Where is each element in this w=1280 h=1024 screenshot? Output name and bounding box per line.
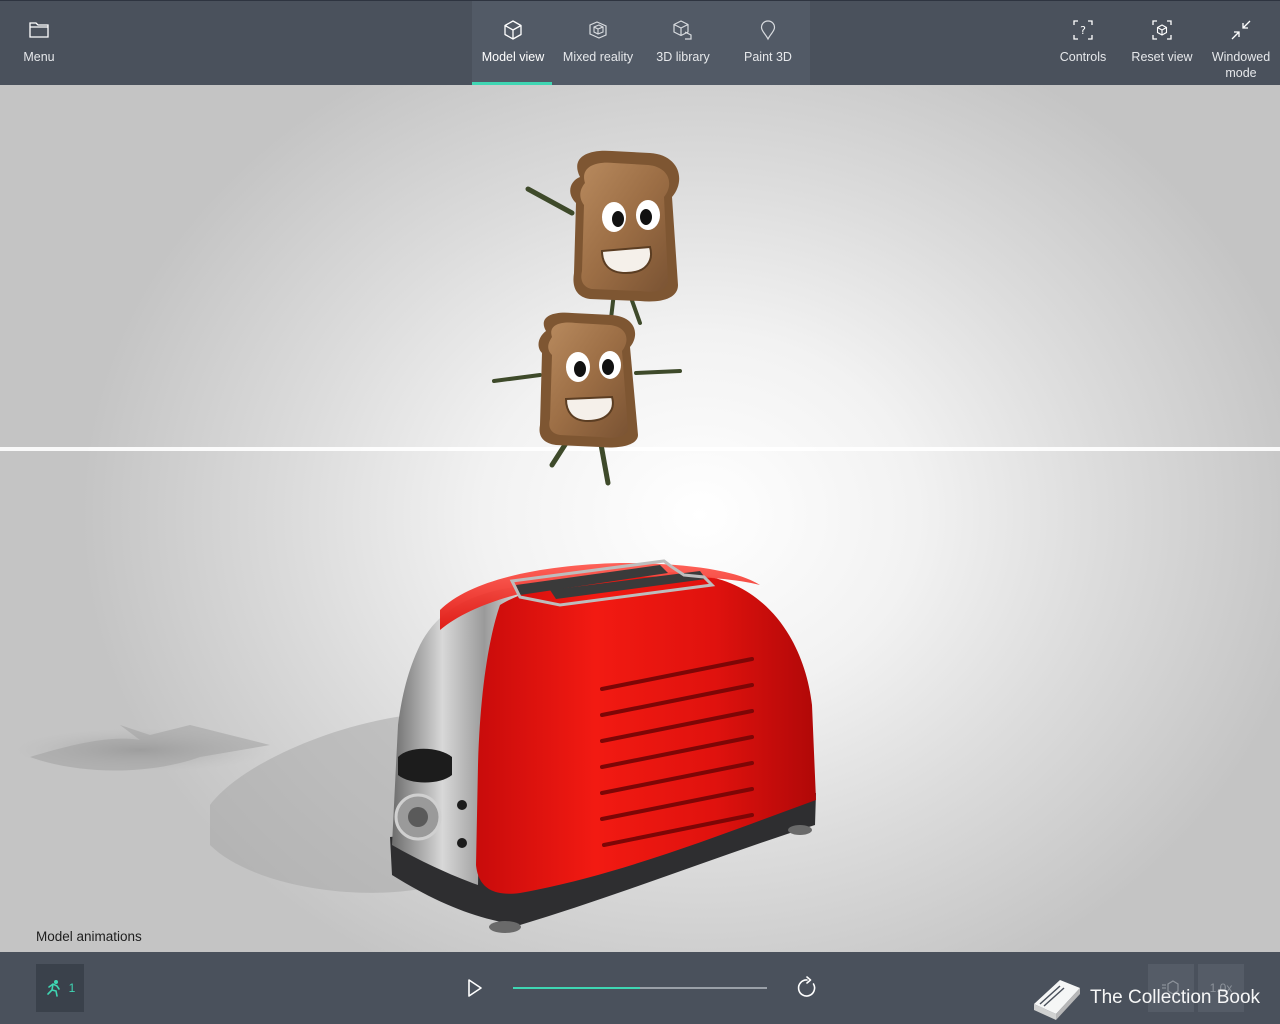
controls-label: Controls [1059,50,1107,64]
red-toaster-model [390,559,816,933]
menu-label: Menu [23,50,55,64]
reset-view-label: Reset view [1131,50,1193,64]
tab-label: 3D library [656,50,710,64]
mixed-reality-icon [589,21,607,39]
animation-timeline-slider[interactable] [513,987,767,989]
tab-paint-3d[interactable]: Paint 3D [728,1,808,86]
svg-text:?: ? [1080,24,1086,37]
windowed-mode-label: Windowed mode [1211,50,1271,80]
loop-button[interactable] [795,976,819,1000]
paint-3d-icon [760,20,776,41]
tab-3d-library[interactable]: 3D library [642,1,724,86]
watermark: The Collection Book [1030,974,1260,1022]
animation-selector-button[interactable]: 1 [36,964,84,1012]
toaster-shadow [10,715,440,893]
toast-character-top [525,150,680,329]
cube-icon [504,20,522,40]
tab-label: Paint 3D [744,50,792,64]
tab-mixed-reality[interactable]: Mixed reality [558,1,638,86]
tab-model-view[interactable]: Model view [472,1,554,86]
controls-help-icon: ? [1073,20,1093,40]
menu-button[interactable]: Menu [14,1,64,86]
loop-icon [797,976,816,997]
reset-view-button[interactable]: Reset view [1130,1,1194,86]
reset-view-icon [1152,20,1172,40]
animation-count: 1 [68,981,76,995]
timeline-progress [513,987,640,989]
3d-library-icon [673,20,692,40]
play-button[interactable] [462,976,486,1000]
toast-character-bottom [492,312,682,486]
controls-button[interactable]: ? Controls [1054,1,1112,86]
model-animations-caption: Model animations [36,929,142,944]
running-figure-icon [46,980,60,997]
tab-label: Mixed reality [562,50,634,64]
scene-canvas [0,150,1280,933]
model-viewport[interactable]: Model animations [0,85,1280,952]
play-icon [468,979,482,997]
top-toolbar: Menu Model view Mixed reality 3D library [0,0,1280,86]
folder-icon [29,22,49,38]
windowed-mode-button[interactable]: Windowed mode [1206,1,1276,86]
playback-bar: 1 1.0x The Collection Book [0,952,1280,1024]
book-icon [1034,980,1080,1020]
view-tabs: Model view Mixed reality 3D library Pain… [472,1,810,86]
tab-label: Model view [481,50,545,64]
collapse-arrows-icon [1231,20,1251,40]
watermark-text: The Collection Book [1090,987,1261,1008]
